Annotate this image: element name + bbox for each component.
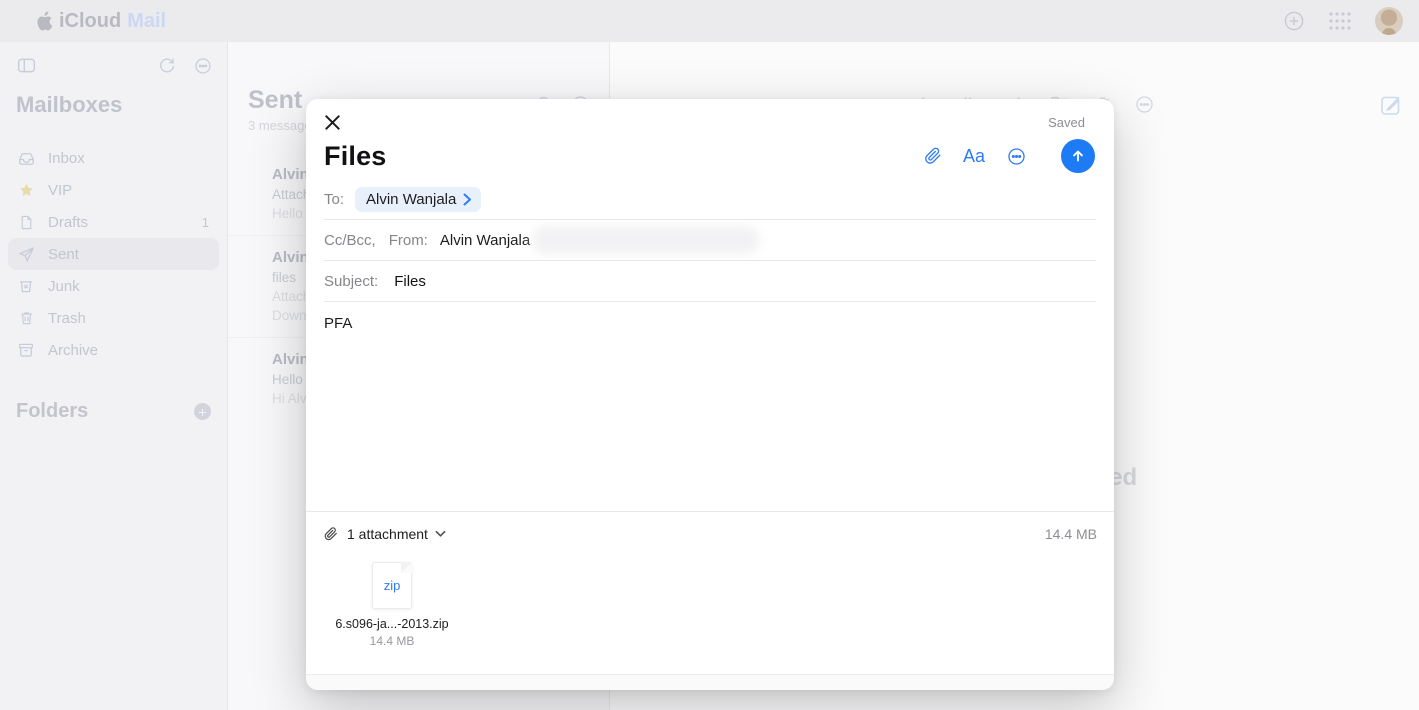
- compose-window: Saved Files Aa To: Alvin Wanjala Cc/Bcc,: [306, 99, 1114, 690]
- subject-label: Subject:: [324, 273, 378, 290]
- sidebar-item-trash[interactable]: Trash: [8, 302, 219, 334]
- more-compose-options-icon[interactable]: [1006, 146, 1027, 167]
- sidebar-item-inbox[interactable]: Inbox: [8, 142, 219, 174]
- attach-file-icon[interactable]: [923, 146, 942, 166]
- file-type-label: zip: [373, 578, 411, 593]
- attachment-count: 1 attachment: [347, 526, 428, 542]
- sidebar-item-drafts[interactable]: Drafts 1: [8, 206, 219, 238]
- attachment-filesize: 14.4 MB: [322, 634, 462, 648]
- sidebar-item-label: Drafts: [48, 214, 88, 231]
- sidebar-item-archive[interactable]: Archive: [8, 334, 219, 366]
- user-avatar[interactable]: [1375, 7, 1403, 35]
- compose-icon[interactable]: [1379, 93, 1403, 117]
- compose-title: Files: [324, 141, 923, 172]
- sidebar-item-vip[interactable]: VIP: [8, 174, 219, 206]
- inbox-icon: [16, 149, 36, 168]
- zip-file-icon: zip: [372, 562, 412, 609]
- sidebar-item-junk[interactable]: Junk: [8, 270, 219, 302]
- trash-icon: [16, 309, 36, 327]
- add-folder-icon[interactable]: +: [194, 403, 211, 420]
- recipient-name: Alvin Wanjala: [366, 191, 456, 208]
- subject-value: Files: [394, 273, 426, 290]
- ccbcc-from-field[interactable]: Cc/Bcc, From: Alvin Wanjala: [324, 220, 1096, 261]
- top-bar: iCloud Mail: [0, 0, 1419, 42]
- attachments-total-size: 14.4 MB: [1045, 526, 1097, 542]
- paper-plane-icon: [16, 245, 36, 264]
- subject-field[interactable]: Subject: Files: [324, 261, 1096, 302]
- apple-logo-icon: [36, 11, 53, 31]
- brand-icloud-text: iCloud: [59, 10, 121, 33]
- sidebar-item-label: Inbox: [48, 150, 85, 167]
- drafts-count-badge: 1: [202, 215, 213, 230]
- recipient-chip[interactable]: Alvin Wanjala: [355, 187, 481, 212]
- sidebar-item-sent[interactable]: Sent: [8, 238, 219, 270]
- chevron-right-icon: [463, 193, 472, 206]
- message-body-text: PFA: [324, 315, 352, 332]
- paperclip-icon: [323, 526, 338, 542]
- app-grid-icon[interactable]: [1327, 11, 1353, 31]
- sidebar-item-label: Sent: [48, 246, 79, 263]
- format-text-icon[interactable]: Aa: [963, 146, 985, 167]
- sidebar-item-label: Trash: [48, 310, 86, 327]
- more-actions-icon[interactable]: [1134, 94, 1155, 115]
- folders-title: Folders: [16, 400, 194, 423]
- star-icon: [16, 181, 36, 200]
- more-options-icon[interactable]: [193, 56, 213, 76]
- to-label: To:: [324, 191, 344, 208]
- junk-icon: [16, 277, 36, 295]
- brand-mail-text: Mail: [127, 10, 166, 33]
- redacted-email-address: [532, 226, 760, 254]
- from-label: From:: [389, 232, 428, 249]
- from-value: Alvin Wanjala: [440, 232, 530, 249]
- document-icon: [16, 213, 36, 232]
- send-button[interactable]: [1061, 139, 1095, 173]
- close-icon[interactable]: [323, 113, 343, 133]
- attachment-filename: 6.s096-ja...-2013.zip: [322, 617, 462, 631]
- attachment-item[interactable]: zip 6.s096-ja...-2013.zip 14.4 MB: [322, 562, 462, 648]
- save-status: Saved: [1048, 113, 1098, 130]
- chevron-down-icon[interactable]: [435, 530, 446, 538]
- icloud-brand: iCloud Mail: [36, 10, 166, 33]
- sidebar-item-label: Junk: [48, 278, 80, 295]
- to-field[interactable]: To: Alvin Wanjala: [324, 179, 1096, 220]
- toggle-sidebar-icon[interactable]: [16, 55, 37, 76]
- archive-box-icon: [16, 341, 36, 359]
- sidebar-item-label: Archive: [48, 342, 98, 359]
- ccbcc-label: Cc/Bcc,: [324, 232, 376, 249]
- refresh-icon[interactable]: [157, 56, 177, 76]
- attachments-section: 1 attachment 14.4 MB zip 6.s096-ja...-20…: [306, 511, 1114, 674]
- sidebar-item-label: VIP: [48, 182, 72, 199]
- compose-footer-bar: [306, 674, 1114, 690]
- add-icon[interactable]: [1283, 10, 1305, 32]
- mailboxes-title: Mailboxes: [16, 92, 227, 118]
- mailboxes-sidebar: Mailboxes Inbox VIP Drafts 1: [0, 42, 228, 710]
- message-body-editor[interactable]: PFA: [306, 302, 1114, 511]
- arrow-up-icon: [1069, 147, 1087, 165]
